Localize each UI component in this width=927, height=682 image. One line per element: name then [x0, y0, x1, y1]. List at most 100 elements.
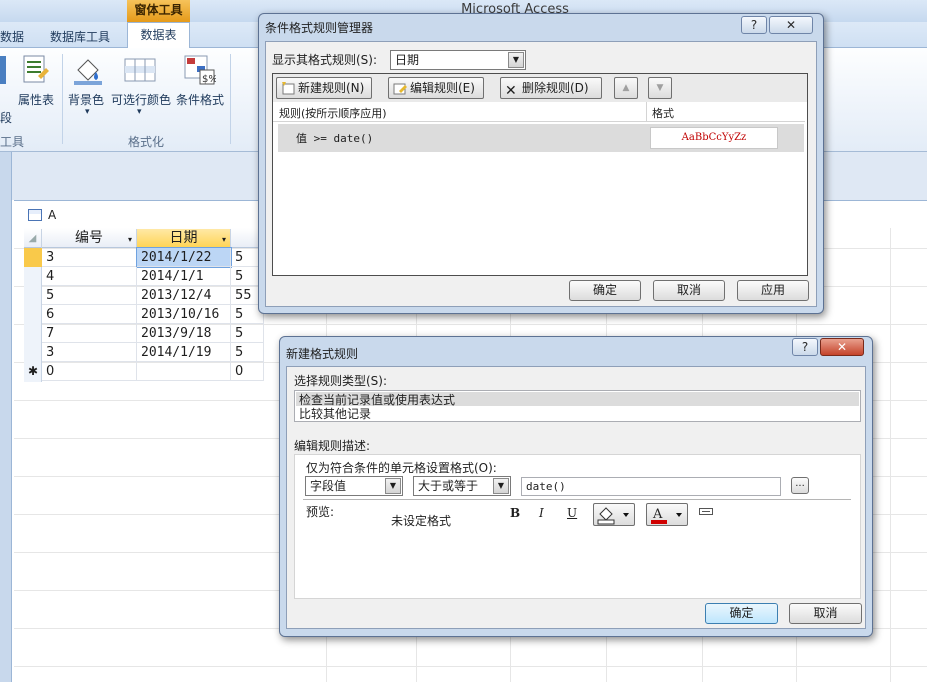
close-button[interactable]: ✕: [769, 16, 813, 34]
chevron-down-icon[interactable]: ▼: [493, 478, 509, 494]
tab-data[interactable]: 数据: [0, 28, 24, 45]
only-format-cells-label: 仅为符合条件的单元格设置格式(O):: [306, 461, 497, 475]
new-rule-body: 选择规则类型(S): 检查当前记录值或使用表达式 比较其他记录 编辑规则描述: …: [286, 366, 866, 629]
ribbon-separator: [230, 54, 231, 144]
apply-button[interactable]: 应用: [737, 280, 809, 301]
new-rule-icon: [281, 81, 295, 95]
alt-row-dropdown-icon[interactable]: ▾: [137, 107, 142, 117]
font-color-button[interactable]: A: [646, 503, 688, 526]
column-header-id[interactable]: 编号 ▾: [42, 229, 137, 248]
delete-rule-label: 删除规则(D): [522, 81, 589, 95]
new-record-cell[interactable]: 0: [231, 362, 264, 381]
ok-button[interactable]: 确定: [569, 280, 641, 301]
svg-text:$%: $%: [202, 74, 216, 85]
chevron-down-icon[interactable]: ▼: [508, 52, 524, 68]
new-record-cell[interactable]: 0: [42, 362, 137, 381]
bg-color-dropdown-icon[interactable]: ▾: [85, 107, 90, 117]
new-rule-dialog: 新建格式规则 ? ✕ 选择规则类型(S): 检查当前记录值或使用表达式 比较其他…: [279, 336, 873, 637]
new-record-cell[interactable]: [137, 362, 231, 381]
font-color-icon: A: [651, 507, 682, 524]
table-cell[interactable]: 2014/1/22: [136, 247, 232, 268]
format-column-label: 格式: [652, 107, 674, 120]
table-cell[interactable]: 3: [42, 343, 137, 362]
bg-color-label[interactable]: 背景色: [68, 91, 104, 108]
show-rules-select[interactable]: 日期 ▼: [390, 50, 526, 70]
separator: [303, 499, 851, 500]
operator-text: 大于或等于: [418, 479, 479, 493]
select-all-corner[interactable]: ◢: [24, 229, 42, 248]
paint-bucket-icon[interactable]: [72, 54, 104, 86]
table-cell[interactable]: 2013/10/16: [137, 305, 231, 324]
column-dropdown-icon[interactable]: ▾: [128, 230, 132, 249]
close-button[interactable]: ✕: [820, 338, 864, 356]
edit-rule-button[interactable]: 编辑规则(E): [388, 77, 484, 99]
rule-column-label: 规则(按所示顺序应用): [279, 107, 387, 120]
tab-database-tools[interactable]: 数据库工具: [50, 28, 110, 45]
table-cell[interactable]: 5: [42, 286, 137, 305]
property-sheet-label[interactable]: 属性表: [18, 91, 54, 108]
table-cell[interactable]: 2014/1/1: [137, 267, 231, 286]
edit-rule-label: 编辑规则(E): [410, 81, 475, 95]
field-value-select[interactable]: 字段值 ▼: [305, 476, 403, 496]
operator-select[interactable]: 大于或等于 ▼: [413, 476, 511, 496]
tab-datasheet[interactable]: 数据表: [127, 22, 190, 49]
field-label: 段: [0, 111, 13, 125]
table-cell[interactable]: 4: [42, 267, 137, 286]
property-sheet-icon[interactable]: [20, 54, 50, 88]
move-up-icon[interactable]: ▲: [614, 77, 638, 99]
show-rules-label: 显示其格式规则(S):: [272, 53, 378, 67]
underline-button[interactable]: U: [567, 506, 577, 520]
current-record-selector[interactable]: [24, 248, 42, 267]
show-rules-value: 日期: [395, 53, 420, 67]
new-record-marker[interactable]: ✱: [24, 362, 42, 381]
cancel-button[interactable]: 取消: [789, 603, 862, 624]
new-rule-button[interactable]: 新建规则(N): [276, 77, 372, 99]
table-cell[interactable]: 3: [42, 248, 137, 267]
ribbon-separator: [62, 54, 63, 144]
edit-rule-description-label: 编辑规则描述:: [294, 439, 371, 453]
table-cell[interactable]: 2013/9/18: [137, 324, 231, 343]
table-cell[interactable]: 2014/1/19: [137, 343, 231, 362]
bold-button[interactable]: B: [510, 506, 520, 520]
help-button[interactable]: ?: [792, 338, 818, 356]
table-cell[interactable]: 5: [231, 324, 264, 343]
new-rule-label: 新建规则(N): [298, 81, 365, 95]
alt-row-color-label[interactable]: 可选行颜色: [111, 91, 171, 108]
cancel-button[interactable]: 取消: [653, 280, 725, 301]
column-dropdown-icon[interactable]: ▾: [222, 230, 226, 249]
column-header-date-text: 日期: [169, 230, 198, 246]
field-icon[interactable]: [0, 56, 6, 84]
ok-button[interactable]: 确定: [705, 603, 778, 624]
data-bar-icon[interactable]: [699, 507, 713, 517]
select-rule-type-label: 选择规则类型(S):: [294, 374, 388, 388]
edit-rule-icon: [393, 81, 407, 95]
column-header-date[interactable]: 日期 ▾: [137, 229, 231, 248]
preview-label: 预览:: [306, 505, 335, 519]
group-format-label: 格式化: [128, 135, 165, 149]
form-icon: [28, 209, 42, 221]
alternate-row-color-icon[interactable]: [124, 58, 156, 82]
table-cell[interactable]: 7: [42, 324, 137, 343]
expression-input[interactable]: date(): [521, 477, 781, 496]
preview-text: 未设定格式: [391, 514, 452, 528]
format-sample: AaBbCcYyZz: [650, 127, 778, 149]
field-value-text: 字段值: [310, 479, 347, 493]
rules-manager-dialog: 条件格式规则管理器 ? ✕ 显示其格式规则(S): 日期 ▼ 新建规则(N) 编…: [258, 13, 824, 314]
delete-rule-button[interactable]: ✕ 删除规则(D): [500, 77, 602, 99]
conditional-format-icon[interactable]: $%: [184, 54, 218, 86]
rule-type-option[interactable]: 比较其他记录: [299, 405, 371, 422]
move-down-icon[interactable]: ▼: [648, 77, 672, 99]
table-cell[interactable]: 2013/12/4: [137, 286, 231, 305]
expression-builder-button[interactable]: ...: [791, 477, 809, 494]
column-header-id-text: 编号: [75, 230, 103, 246]
chevron-down-icon[interactable]: ▼: [385, 478, 401, 494]
table-cell[interactable]: 6: [42, 305, 137, 324]
navigation-pane-collapsed[interactable]: [0, 152, 12, 682]
table-cell[interactable]: 5: [231, 343, 264, 362]
italic-button[interactable]: I: [539, 506, 544, 520]
help-button[interactable]: ?: [741, 16, 767, 34]
fill-color-button[interactable]: [593, 503, 635, 526]
conditional-format-label[interactable]: 条件格式: [176, 91, 224, 108]
document-tab-label[interactable]: A: [48, 208, 56, 222]
paint-bucket-icon: [597, 507, 629, 525]
